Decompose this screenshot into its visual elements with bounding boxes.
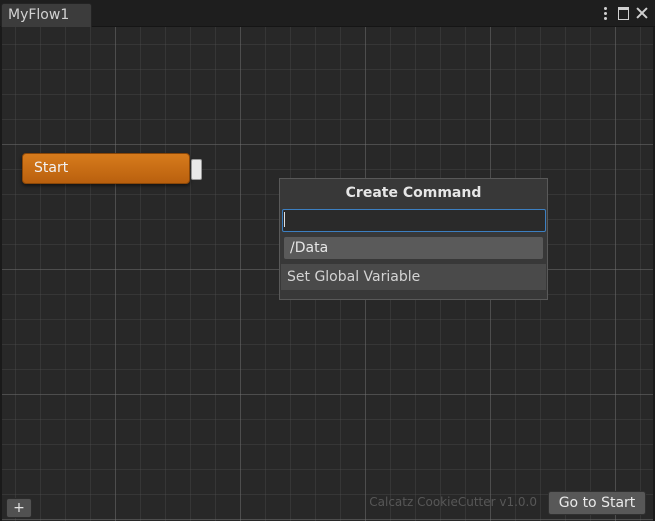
kebab-dot: [603, 16, 607, 20]
category-breadcrumb[interactable]: /Data: [284, 237, 543, 259]
kebab-dot: [603, 11, 607, 15]
command-item-set-global-variable[interactable]: Set Global Variable: [281, 264, 546, 290]
flow-editor-window: MyFlow1 Start Create Command /Data Set G…: [0, 0, 655, 521]
text-caret: [284, 212, 285, 227]
left-border: [0, 27, 2, 521]
title-bar: MyFlow1: [0, 0, 655, 27]
kebab-menu-icon[interactable]: [598, 4, 612, 22]
add-button[interactable]: +: [6, 498, 32, 518]
go-to-start-button[interactable]: Go to Start: [548, 491, 646, 515]
start-node[interactable]: Start: [22, 153, 190, 184]
tab-myflow1[interactable]: MyFlow1: [1, 3, 92, 27]
popup-title: Create Command: [345, 185, 482, 201]
window-controls: [598, 3, 649, 23]
close-icon[interactable]: [635, 6, 649, 20]
maximize-icon[interactable]: [618, 6, 629, 20]
start-node-output-port[interactable]: [191, 159, 202, 180]
version-watermark: Calcatz CookieCutter v1.0.0: [369, 495, 537, 509]
command-search-input[interactable]: [282, 209, 546, 232]
create-command-popup: Create Command /Data Set Global Variable: [279, 178, 548, 300]
kebab-dot: [603, 6, 607, 10]
